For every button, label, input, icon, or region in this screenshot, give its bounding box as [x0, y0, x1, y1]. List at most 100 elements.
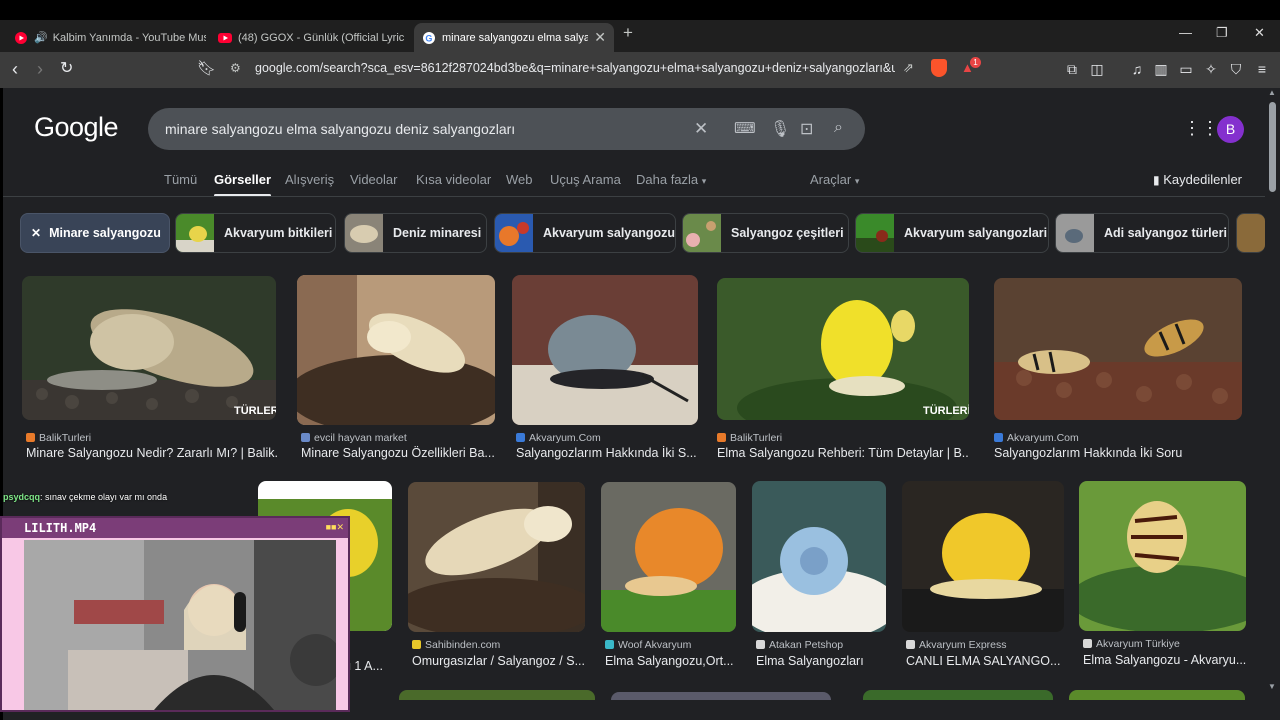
scroll-down-icon[interactable]: ▼	[1268, 682, 1276, 691]
chip-akvaryum-bitkileri[interactable]: Akvaryum bitkileri	[175, 213, 336, 253]
brave-shield-icon[interactable]	[931, 59, 947, 77]
address-bar[interactable]: ⚙︎ google.com/search?sca_esv=8612f287024…	[225, 56, 985, 82]
wallet-icon[interactable]: ▭	[1177, 60, 1195, 78]
tab-google-active[interactable]: G minare salyangozu elma salyang ✕	[414, 23, 614, 52]
tab-web[interactable]: Web	[506, 172, 533, 187]
result-image[interactable]	[752, 481, 886, 632]
result-title[interactable]: u 1 A...	[344, 659, 392, 673]
tab-all[interactable]: Tümü	[164, 172, 197, 187]
chip-minare-salyangozu[interactable]: ✕ Minare salyangozu	[20, 213, 170, 253]
site-favicon-icon	[605, 640, 614, 649]
result-source[interactable]: evcil hayvan market	[301, 432, 497, 444]
result-image[interactable]	[601, 482, 736, 632]
chip-akvaryum-salyangozlari[interactable]: Akvaryum salyangozlari	[855, 213, 1049, 253]
tab-flights[interactable]: Uçuş Arama	[550, 172, 621, 187]
result-source[interactable]: BalikTurleri	[717, 432, 967, 444]
result-source[interactable]: Woof Akvaryum	[605, 639, 739, 651]
music-icon[interactable]: ♫	[1128, 60, 1146, 78]
source-name: Woof Akvaryum	[618, 639, 692, 651]
tab-videos[interactable]: Videolar	[350, 172, 397, 187]
partial-image-result[interactable]	[1069, 690, 1245, 700]
result-title[interactable]: Salyangozlarım Hakkında İki S...	[516, 446, 698, 460]
tab-short-videos[interactable]: Kısa videolar	[416, 172, 491, 187]
result-image[interactable]: TÜRLERİ	[22, 276, 276, 420]
result-title[interactable]: Minare Salyangozu Özellikleri Ba...	[301, 446, 497, 460]
restore-button[interactable]: ❐	[1216, 25, 1228, 41]
search-type-tabs: Tümü Görseller Alışveriş Videolar Kısa v…	[3, 172, 1265, 197]
back-icon[interactable]: ‹	[12, 60, 18, 78]
leo-ai-icon[interactable]: ✧	[1202, 60, 1220, 78]
extensions-icon[interactable]: ⧉	[1063, 60, 1081, 78]
vpn-icon[interactable]: ⛉	[1227, 60, 1245, 78]
chip-more[interactable]	[1236, 213, 1265, 253]
search-box[interactable]: minare salyangozu elma salyangozu deniz …	[148, 108, 865, 150]
result-title[interactable]: Elma Salyangozu - Akvaryu...	[1083, 653, 1247, 667]
result-image[interactable]	[1079, 481, 1246, 631]
keyboard-icon[interactable]: ⌨	[734, 119, 756, 137]
result-image[interactable]	[297, 275, 495, 425]
result-source[interactable]: Akvaryum Türkiye	[1083, 638, 1247, 650]
tools-button[interactable]: Araçlar ▾	[810, 172, 859, 187]
tab-images[interactable]: Görseller	[214, 172, 272, 197]
partial-image-result[interactable]	[611, 692, 831, 700]
result-title[interactable]: Minare Salyangozu Nedir? Zararlı Mı? | B…	[26, 446, 278, 460]
chip-salyangoz-cesitleri[interactable]: Salyangoz çeşitleri	[682, 213, 849, 253]
tab-youtube-music[interactable]: 🔊 Kalbim Yanımda - YouTube Music	[6, 23, 206, 52]
page-scrollbar[interactable]: ▲ ▼	[1265, 88, 1280, 720]
tab-shopping[interactable]: Alışveriş	[285, 172, 334, 187]
close-icon[interactable]: ✕	[31, 226, 41, 240]
microphone-icon[interactable]: 🎙︎	[770, 119, 790, 139]
chip-adi-salyangoz-turleri[interactable]: Adi salyangoz türleri	[1055, 213, 1229, 253]
result-title[interactable]: CANLI ELMA SALYANGO...	[906, 654, 1064, 668]
result-source[interactable]: Akvaryum.Com	[994, 432, 1240, 444]
result-title[interactable]: Elma Salyangozu,Ort...	[605, 654, 739, 668]
lens-icon[interactable]: ⊡	[800, 119, 813, 139]
result-image[interactable]	[408, 482, 585, 632]
screenshot-icon[interactable]: ◫	[1088, 60, 1106, 78]
site-favicon-icon	[301, 433, 310, 442]
search-input[interactable]: minare salyangozu elma salyangozu deniz …	[165, 121, 515, 137]
result-source[interactable]: Akvaryum.Com	[516, 432, 700, 444]
share-icon[interactable]: ⇗	[903, 60, 914, 76]
close-window-button[interactable]: ✕	[1254, 25, 1265, 41]
result-title[interactable]: Omurgasızlar / Salyangoz / S...	[412, 654, 588, 668]
result-image[interactable]	[994, 278, 1242, 420]
source-name: Akvaryum Express	[919, 639, 1007, 651]
search-icon[interactable]: ⌕	[834, 119, 843, 137]
result-title[interactable]: Elma Salyangozu Rehberi: Tüm Detaylar | …	[717, 446, 969, 460]
result-source[interactable]: Atakan Petshop	[756, 639, 890, 651]
tab-youtube[interactable]: (48) GGOX - Günlük (Official Lyric Vid	[210, 23, 406, 52]
clear-icon[interactable]: ✕	[694, 119, 708, 139]
chat-text: : sınav çekme olayı var mı onda	[40, 492, 168, 502]
new-tab-button[interactable]: +	[623, 23, 633, 43]
chip-thumbnail	[176, 214, 214, 252]
menu-icon[interactable]: ≡	[1253, 60, 1271, 78]
partial-image-result[interactable]	[399, 690, 595, 700]
partial-image-result[interactable]	[863, 690, 1053, 700]
minimize-button[interactable]: —	[1179, 25, 1192, 40]
chip-akvaryum-salyangozu[interactable]: Akvaryum salyangozu	[494, 213, 676, 253]
sidebar-icon[interactable]: ▥	[1152, 60, 1170, 78]
google-logo[interactable]: Google	[34, 112, 119, 143]
forward-icon[interactable]: ›	[37, 60, 43, 78]
site-info-icon[interactable]: ⚙︎	[230, 61, 241, 75]
result-source[interactable]: BalikTurleri	[26, 432, 276, 444]
speaker-icon[interactable]: 🔊	[34, 31, 48, 44]
close-tab-icon[interactable]: ✕	[594, 29, 606, 46]
webcam-feed	[24, 540, 336, 710]
result-title[interactable]: Salyangozlarım Hakkında İki Soru	[994, 446, 1240, 460]
reload-icon[interactable]: ↻	[60, 60, 73, 78]
bookmark-icon[interactable]: 🔖︎	[197, 60, 216, 78]
chip-deniz-minaresi[interactable]: Deniz minaresi	[344, 213, 487, 253]
result-source[interactable]: Akvaryum Express	[906, 639, 1066, 651]
result-image[interactable]	[512, 275, 698, 425]
result-source[interactable]: Sahibinden.com	[412, 639, 588, 651]
tab-more[interactable]: Daha fazla ▾	[636, 172, 706, 187]
scrollbar-thumb[interactable]	[1269, 102, 1276, 192]
scroll-up-icon[interactable]: ▲	[1268, 88, 1276, 97]
result-image[interactable]	[902, 481, 1064, 632]
result-image[interactable]: TÜRLERİ	[717, 278, 969, 420]
avatar[interactable]: B	[1217, 116, 1244, 143]
saved-button[interactable]: ▮ Kaydedilenler	[1153, 172, 1242, 187]
result-title[interactable]: Elma Salyangozları	[756, 654, 890, 668]
